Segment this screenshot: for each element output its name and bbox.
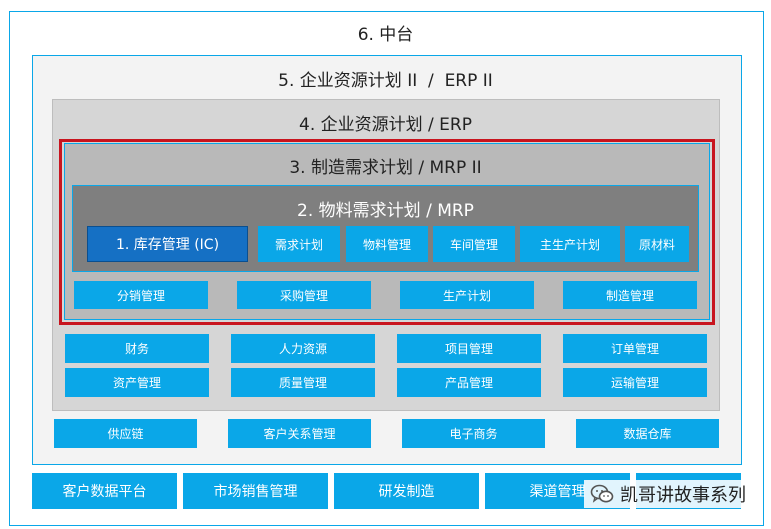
level-6-title: 6. 中台 [357, 25, 414, 45]
platform-module-rnd-manufacturing: 研发制造 [334, 473, 479, 509]
erp-module-transport-management: 运输管理 [563, 368, 707, 397]
level-3-title: 3. 制造需求计划 / MRP II [289, 158, 482, 178]
erp-module-order-management: 订单管理 [563, 334, 707, 363]
mrp2-module-distribution: 分销管理 [74, 281, 208, 309]
watermark-text: 凯哥讲故事系列 [620, 485, 746, 506]
wechat-icon [590, 483, 614, 505]
mrp-module-demand-planning: 需求计划 [258, 226, 340, 262]
erp2-module-supply-chain: 供应链 [54, 419, 197, 448]
erp-module-finance: 财务 [65, 334, 209, 363]
erp-module-asset-management: 资产管理 [65, 368, 209, 397]
level-2-title: 2. 物料需求计划 / MRP [297, 201, 474, 221]
platform-module-marketing-sales: 市场销售管理 [183, 473, 328, 509]
mrp2-module-production-planning: 生产计划 [400, 281, 534, 309]
erp2-module-data-warehouse: 数据仓库 [576, 419, 719, 448]
mrp-module-material-management: 物料管理 [346, 226, 428, 262]
level-1-inventory-box: 1. 库存管理 (IC) [87, 226, 248, 262]
mrp-module-shop-floor: 车间管理 [433, 226, 515, 262]
mrp2-module-manufacturing: 制造管理 [563, 281, 697, 309]
level-4-title: 4. 企业资源计划 / ERP [299, 115, 472, 135]
mrp-module-master-production-schedule: 主生产计划 [520, 226, 620, 262]
erp-module-project-management: 项目管理 [397, 334, 541, 363]
mrp2-module-purchasing: 采购管理 [237, 281, 371, 309]
level-5-title: 5. 企业资源计划 II / ERP II [278, 71, 493, 91]
platform-module-customer-data-platform: 客户数据平台 [32, 473, 177, 509]
erp-module-quality-management: 质量管理 [231, 368, 375, 397]
watermark: 凯哥讲故事系列 [584, 480, 752, 508]
erp2-module-ecommerce: 电子商务 [402, 419, 545, 448]
erp2-module-crm: 客户关系管理 [228, 419, 371, 448]
mrp-module-raw-materials: 原材料 [625, 226, 689, 262]
erp-module-product-management: 产品管理 [397, 368, 541, 397]
erp-module-human-resources: 人力资源 [231, 334, 375, 363]
